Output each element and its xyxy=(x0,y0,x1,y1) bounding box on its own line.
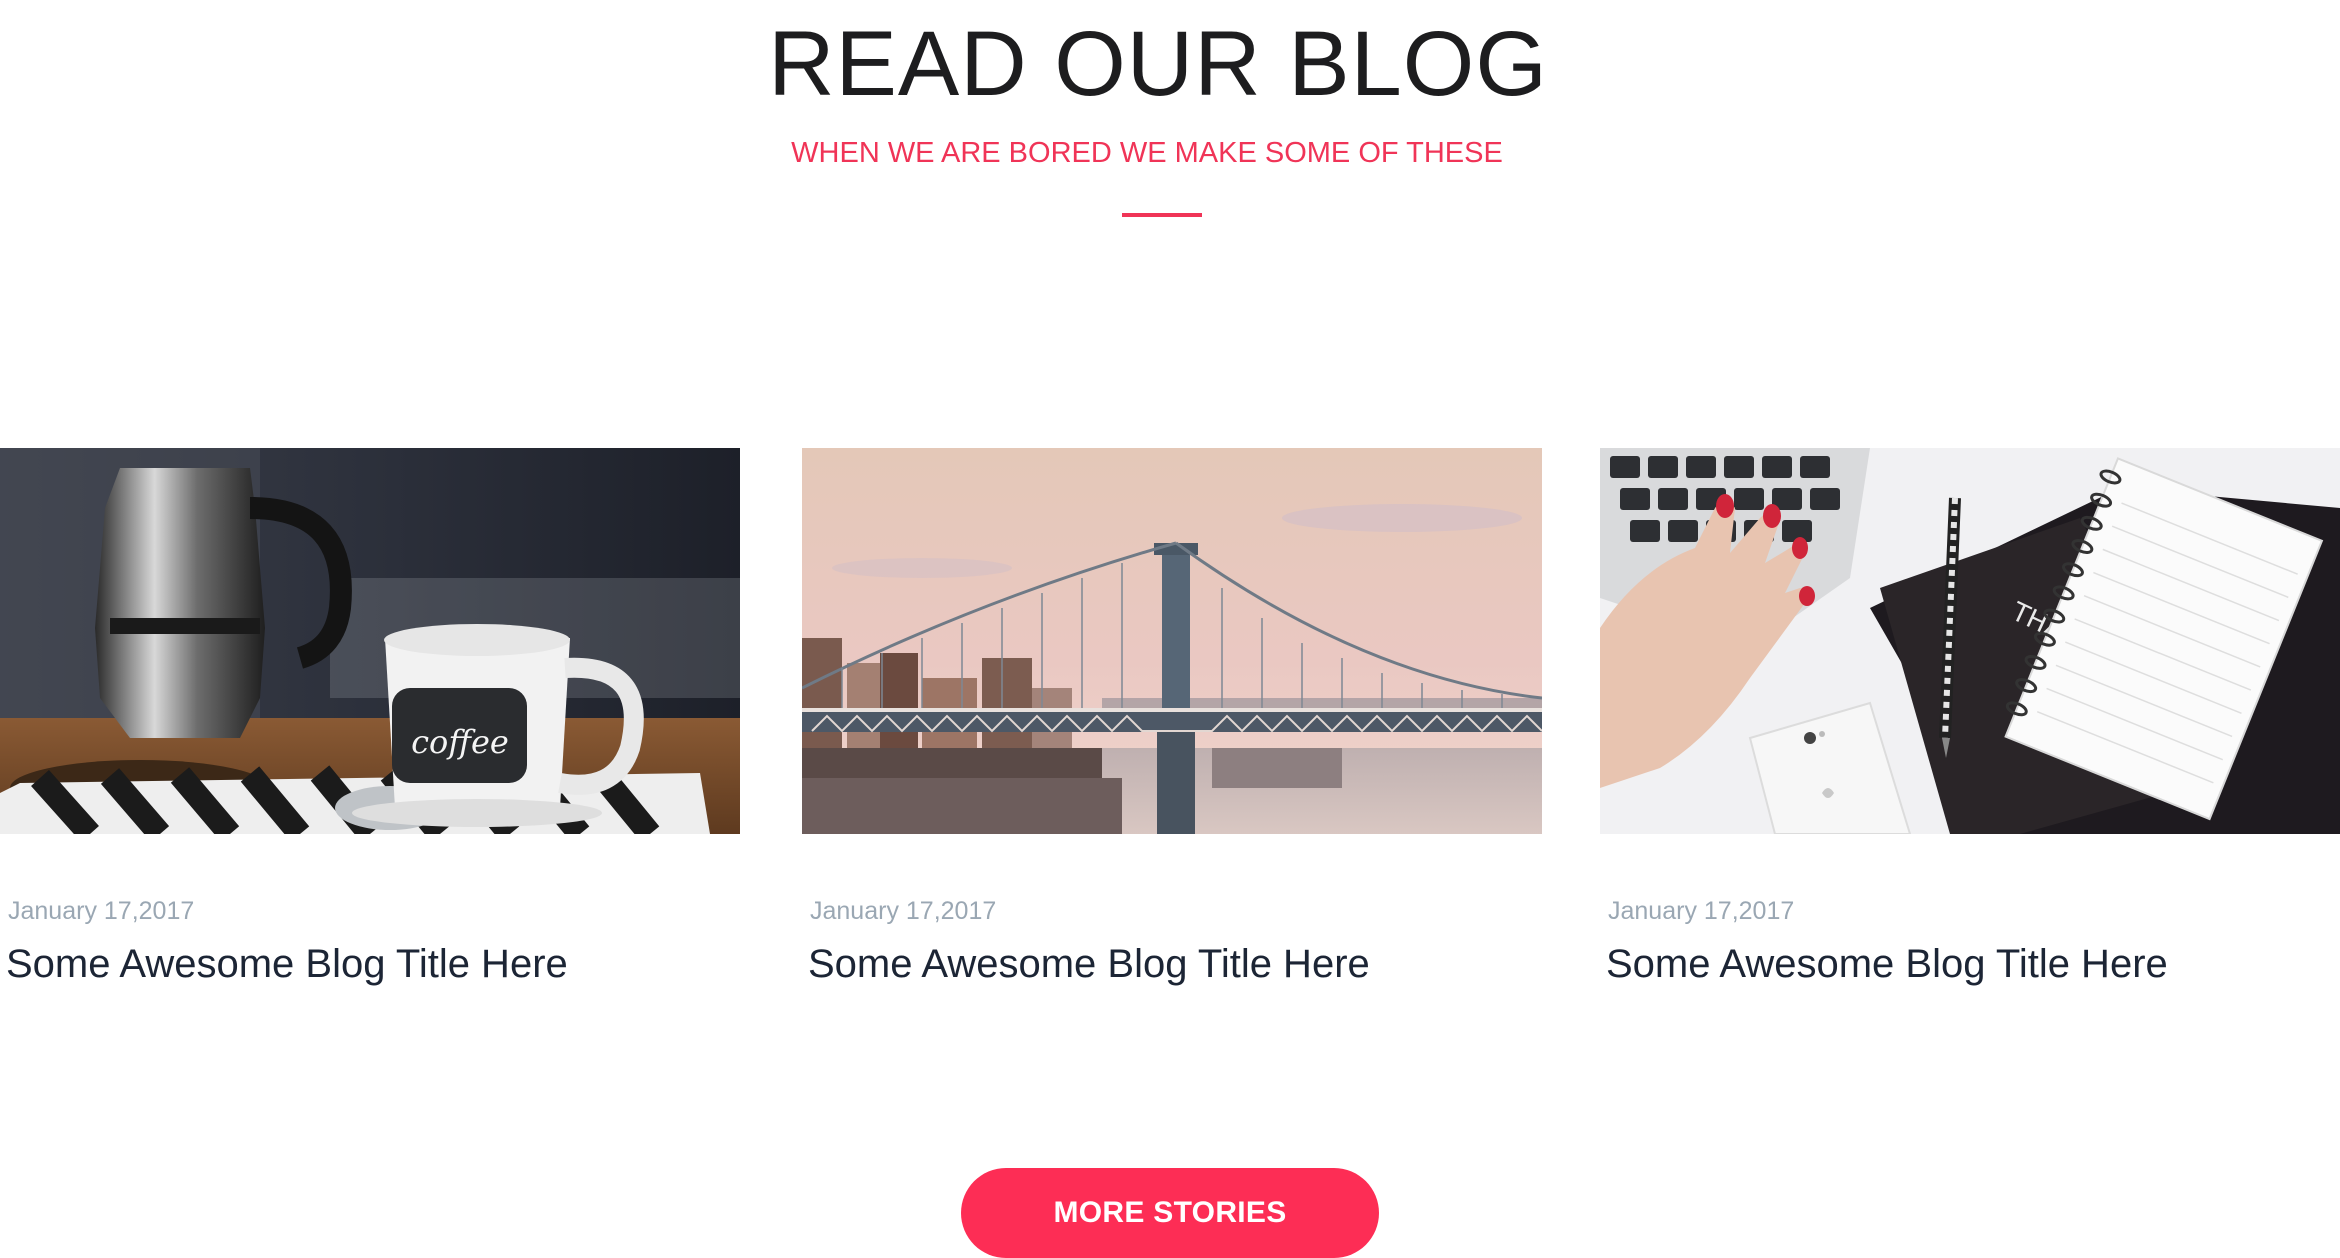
post-date: January 17,2017 xyxy=(8,897,195,925)
blog-card: coffee January 17,2017 Some Awesome Blog… xyxy=(0,448,740,988)
post-date: January 17,2017 xyxy=(1608,897,1795,925)
section-title: READ OUR BLOG xyxy=(768,13,1548,115)
post-title[interactable]: Some Awesome Blog Title Here xyxy=(1606,940,2340,988)
blog-card: January 17,2017 Some Awesome Blog Title … xyxy=(802,448,1542,988)
mug-label-text: coffee xyxy=(411,723,509,761)
bridge-city-image[interactable] xyxy=(802,448,1542,834)
coffee-cup-image[interactable]: coffee xyxy=(0,448,740,834)
section-subtitle: WHEN WE ARE BORED WE MAKE SOME OF THESE xyxy=(791,137,1503,169)
blog-card: THA January 17,2017 Some Awesome Blog Ti… xyxy=(1600,448,2340,988)
post-title[interactable]: Some Awesome Blog Title Here xyxy=(6,940,740,988)
title-divider xyxy=(1122,213,1202,217)
more-stories-button[interactable]: MORE STORIES xyxy=(961,1168,1379,1258)
laptop-notebook-image[interactable]: THA xyxy=(1600,448,2340,834)
blog-section: READ OUR BLOG WHEN WE ARE BORED WE MAKE … xyxy=(0,0,2340,1258)
post-date: January 17,2017 xyxy=(810,897,997,925)
post-title[interactable]: Some Awesome Blog Title Here xyxy=(808,940,1542,988)
